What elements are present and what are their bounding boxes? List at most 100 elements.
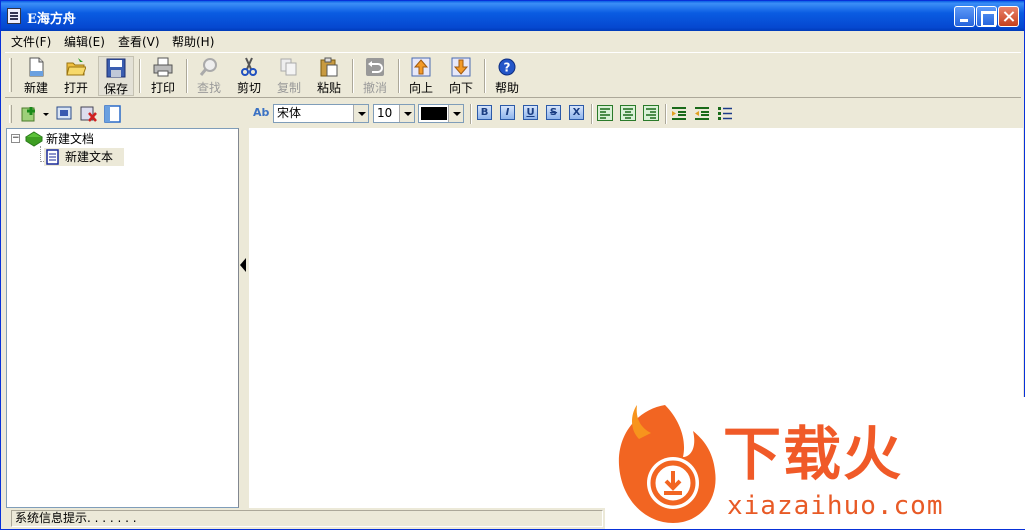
- clear-format-button[interactable]: X: [569, 105, 584, 120]
- printer-icon: [153, 57, 173, 77]
- tree-node-child-label: 新建文本: [65, 150, 114, 164]
- menu-view[interactable]: 查看(V): [118, 33, 160, 50]
- toolbar-grip[interactable]: [9, 58, 12, 92]
- open-button[interactable]: 打开: [58, 56, 94, 96]
- font-family-value: 宋体: [277, 106, 302, 120]
- new-button[interactable]: 新建: [18, 56, 54, 96]
- strikethrough-button[interactable]: S: [546, 105, 561, 120]
- delete-node-icon[interactable]: [79, 105, 99, 123]
- window-title: E海方舟: [27, 12, 76, 27]
- undo-icon: [366, 58, 384, 76]
- collapse-left-icon[interactable]: [240, 258, 246, 272]
- text-color-select[interactable]: [418, 104, 464, 123]
- format-separator: [665, 104, 667, 124]
- watermark-url: xiazaihuo.com: [727, 491, 944, 521]
- format-separator: [591, 104, 593, 124]
- flame-logo-icon: [618, 405, 716, 523]
- bullet-list-icon[interactable]: [717, 105, 733, 121]
- toolbar-separator: [484, 59, 486, 93]
- indent-decrease-icon[interactable]: [694, 105, 710, 121]
- collapse-toggle-icon[interactable]: −: [11, 134, 20, 143]
- copy-button[interactable]: 复制: [271, 56, 307, 96]
- menu-bar: 文件(F) 编辑(E) 查看(V) 帮助(H): [1, 31, 1024, 51]
- font-family-select[interactable]: 宋体: [273, 104, 369, 123]
- toolbar-separator: [139, 59, 141, 93]
- main-toolbar: 新建 打开 保存 打印 查找 剪切 复制 粘贴 撤消 向上 向下 ? 帮助: [5, 52, 1021, 98]
- help-button[interactable]: ? 帮助: [489, 56, 525, 96]
- close-button[interactable]: [998, 6, 1019, 27]
- app-icon: [7, 8, 21, 24]
- menu-help[interactable]: 帮助(H): [172, 33, 214, 50]
- print-button-label: 打印: [150, 81, 175, 95]
- paste-button[interactable]: 粘贴: [311, 56, 347, 96]
- font-size-select[interactable]: 10: [373, 104, 415, 123]
- status-message: 系统信息提示. . . . . . .: [11, 510, 603, 527]
- help-question-icon: ?: [498, 58, 516, 76]
- document-tree: − 新建文档 新建文本: [6, 128, 239, 508]
- new-document-icon: [29, 57, 44, 77]
- magnifier-icon: [199, 58, 217, 76]
- add-node-icon[interactable]: [20, 105, 40, 123]
- tree-node-child[interactable]: 新建文本: [44, 148, 124, 166]
- format-separator: [470, 104, 472, 124]
- cut-button[interactable]: 剪切: [231, 56, 267, 96]
- dropdown-arrow-icon[interactable]: [42, 105, 50, 123]
- undo-button-label: 撤消: [362, 81, 387, 95]
- paste-button-label: 粘贴: [316, 81, 341, 95]
- maximize-button[interactable]: [976, 6, 997, 27]
- move-up-button[interactable]: 向上: [403, 56, 439, 96]
- arrow-up-icon: [411, 57, 431, 77]
- scissors-icon: [241, 57, 257, 76]
- chevron-down-icon[interactable]: [353, 105, 368, 122]
- font-size-value: 10: [377, 106, 393, 120]
- help-button-label: 帮助: [494, 81, 519, 95]
- find-button[interactable]: 查找: [191, 56, 227, 96]
- menu-file[interactable]: 文件(F): [11, 33, 51, 50]
- undo-button[interactable]: 撤消: [357, 56, 393, 96]
- align-left-icon[interactable]: [597, 105, 613, 121]
- save-button-label: 保存: [103, 82, 128, 96]
- move-down-button-label: 向下: [448, 81, 473, 95]
- toolbar-separator: [352, 59, 354, 93]
- align-center-icon[interactable]: [620, 105, 636, 121]
- menu-edit[interactable]: 编辑(E): [64, 33, 105, 50]
- app-window: E海方舟 文件(F) 编辑(E) 查看(V) 帮助(H) 新建 打开 保存 打印: [0, 0, 1025, 530]
- copy-icon: [280, 58, 297, 76]
- toggle-panel-icon[interactable]: [103, 105, 123, 123]
- italic-button[interactable]: I: [500, 105, 515, 120]
- new-button-label: 新建: [23, 81, 48, 95]
- bold-button[interactable]: B: [477, 105, 492, 120]
- open-folder-icon: [66, 58, 86, 76]
- save-button[interactable]: 保存: [98, 56, 134, 96]
- cut-button-label: 剪切: [236, 81, 261, 95]
- arrow-down-icon: [451, 57, 471, 77]
- chevron-down-icon[interactable]: [448, 105, 463, 122]
- copy-button-label: 复制: [276, 81, 301, 95]
- toolbar-separator: [398, 59, 400, 93]
- tree-connector: [40, 146, 41, 162]
- underline-button[interactable]: U: [523, 105, 538, 120]
- node-properties-icon[interactable]: [55, 105, 75, 123]
- text-color-swatch: [421, 107, 447, 120]
- title-bar[interactable]: E海方舟: [1, 1, 1024, 31]
- tree-node-root-label: 新建文档: [46, 132, 95, 146]
- indent-increase-icon[interactable]: [671, 105, 687, 121]
- save-disk-icon: [106, 58, 126, 78]
- font-style-icon: Ab: [253, 106, 270, 119]
- align-right-icon[interactable]: [643, 105, 659, 121]
- tree-node-root[interactable]: − 新建文档: [7, 130, 107, 148]
- minimize-button[interactable]: [954, 6, 975, 27]
- clipboard-icon: [320, 57, 338, 77]
- svg-text:?: ?: [504, 61, 511, 75]
- chevron-down-icon[interactable]: [399, 105, 414, 122]
- move-down-button[interactable]: 向下: [443, 56, 479, 96]
- watermark-brand: 下载火: [723, 420, 904, 488]
- text-page-icon: [46, 149, 59, 165]
- find-button-label: 查找: [196, 81, 221, 95]
- format-toolbar: Ab 宋体 10 B I U S X: [249, 101, 1023, 127]
- tree-toolbar-grip[interactable]: [9, 105, 12, 123]
- print-button[interactable]: 打印: [145, 56, 181, 96]
- toolbar-separator: [186, 59, 188, 93]
- tree-toolbar: [5, 101, 239, 127]
- panel-splitter[interactable]: [239, 101, 249, 509]
